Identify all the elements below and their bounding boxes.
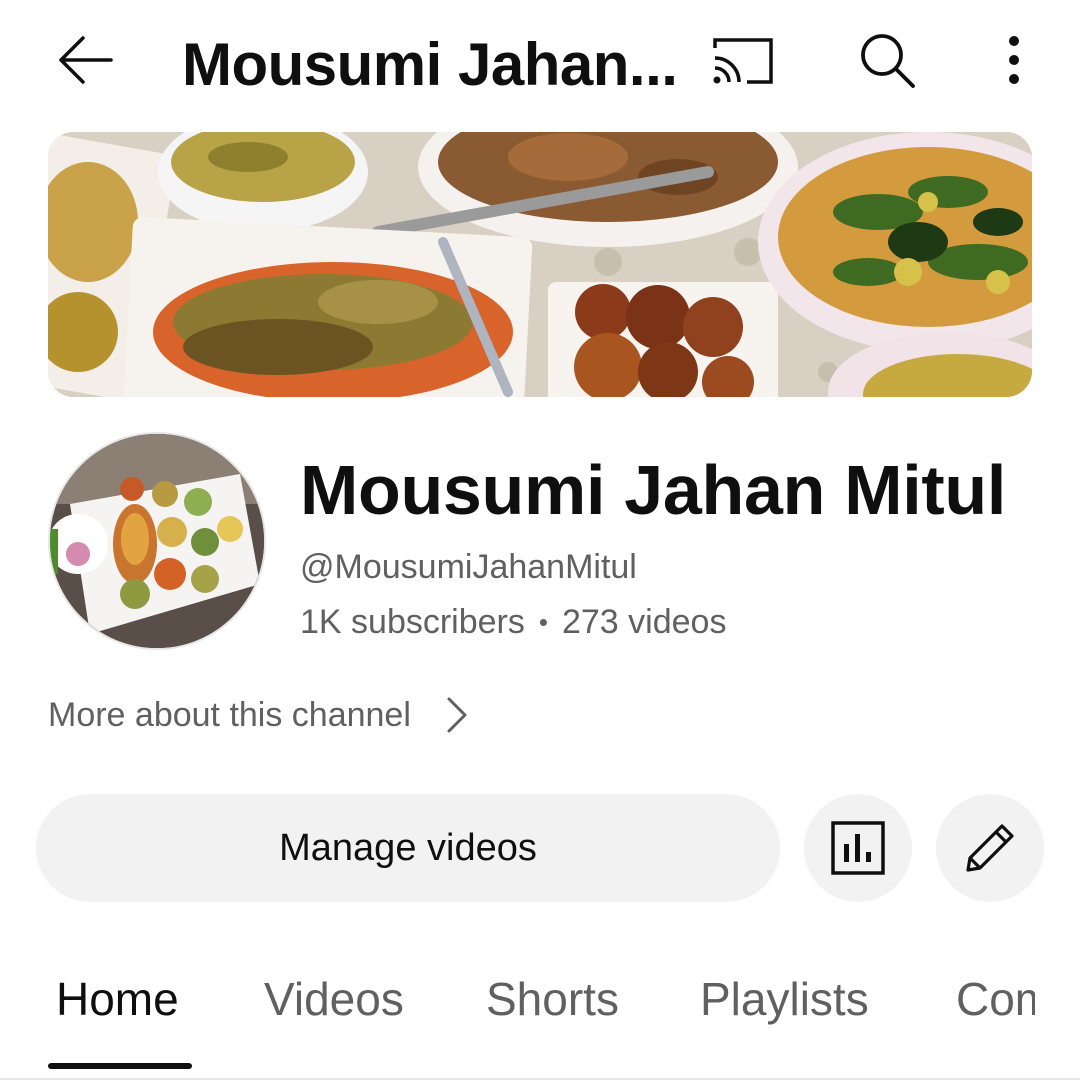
stats-separator: • xyxy=(538,607,548,637)
food-platter-avatar-image xyxy=(50,434,264,648)
channel-banner xyxy=(48,132,1032,397)
search-button[interactable] xyxy=(852,26,922,94)
food-dishes-banner-image xyxy=(48,132,1032,397)
active-tab-indicator xyxy=(48,1063,192,1069)
more-options-button[interactable] xyxy=(990,26,1038,94)
tab-playlists[interactable]: Playlists xyxy=(700,972,869,1026)
top-app-bar: Mousumi Jahan... xyxy=(0,0,1080,120)
channel-stats: 1K subscribers • 273 videos xyxy=(300,603,726,642)
tab-community[interactable]: Community xyxy=(956,972,1035,1026)
cast-icon xyxy=(713,38,773,84)
video-count: 273 videos xyxy=(561,603,727,641)
cast-button[interactable] xyxy=(705,28,781,92)
tab-home[interactable]: Home xyxy=(56,972,179,1026)
manage-videos-label: Manage videos xyxy=(279,826,537,869)
more-about-label: More about this channel xyxy=(48,695,411,734)
tab-videos[interactable]: Videos xyxy=(264,972,404,1026)
subscriber-count: 1K subscribers xyxy=(300,603,525,641)
channel-handle: @MousumiJahanMitul xyxy=(300,548,637,586)
tab-shorts[interactable]: Shorts xyxy=(486,972,619,1026)
search-icon xyxy=(861,34,915,88)
channel-name: Mousumi Jahan Mitul xyxy=(300,451,1006,529)
analytics-icon xyxy=(831,821,885,875)
pencil-icon xyxy=(966,824,1014,872)
analytics-button[interactable] xyxy=(804,794,912,902)
channel-avatar[interactable] xyxy=(48,432,266,650)
back-button[interactable] xyxy=(50,28,120,92)
edit-channel-button[interactable] xyxy=(936,794,1044,902)
manage-videos-button[interactable]: Manage videos xyxy=(36,794,780,902)
chevron-right-icon xyxy=(447,697,467,733)
more-vertical-icon xyxy=(1009,36,1019,84)
more-about-channel-link[interactable]: More about this channel xyxy=(48,690,469,740)
page-title: Mousumi Jahan... xyxy=(182,31,678,98)
channel-tabs: Home Videos Shorts Playlists Community xyxy=(0,960,1035,1080)
arrow-left-icon xyxy=(59,36,113,84)
